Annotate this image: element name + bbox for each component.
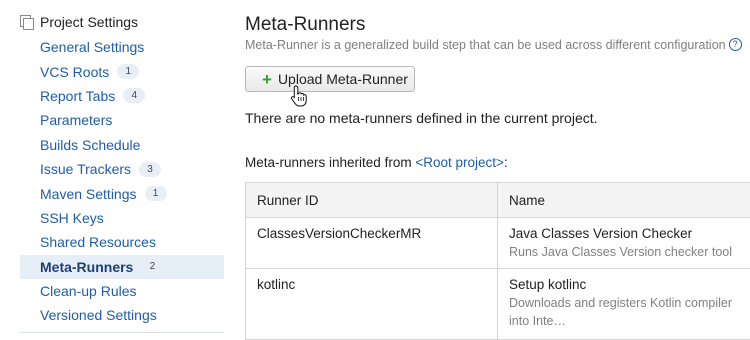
page-title: Meta-Runners [245, 14, 366, 35]
runner-name: Java Classes Version Checker [509, 226, 693, 241]
sidebar-item-ssh-keys[interactable]: SSH Keys [20, 206, 224, 230]
count-badge: 4 [123, 88, 146, 104]
runner-name-cell: Java Classes Version Checker Runs Java C… [498, 218, 750, 268]
count-badge: 1 [144, 186, 167, 202]
inherited-prefix: Meta-runners inherited from [245, 155, 416, 170]
sidebar: Project Settings General Settings VCS Ro… [0, 0, 226, 338]
pages-icon [20, 15, 34, 30]
sidebar-item-clean-up-rules[interactable]: Clean-up Rules [20, 279, 224, 303]
table-header-row: Runner ID Name [246, 183, 750, 218]
sidebar-item-shared-resources[interactable]: Shared Resources [20, 230, 224, 254]
empty-message: There are no meta-runners defined in the… [245, 110, 598, 126]
runner-description: Runs Java Classes Version checker tool [509, 245, 733, 259]
table-row[interactable]: ClassesVersionCheckerMR Java Classes Ver… [246, 218, 750, 269]
column-header-name[interactable]: Name [498, 183, 750, 217]
root-project-link[interactable]: <Root project> [415, 155, 504, 170]
page-subtitle: Meta-Runner is a generalized build step … [245, 38, 742, 52]
count-badge: 1 [117, 64, 140, 80]
sidebar-header: Project Settings [20, 14, 138, 30]
runner-id-cell: ClassesVersionCheckerMR [246, 218, 498, 268]
meta-runners-table: Runner ID Name ClassesVersionCheckerMR J… [245, 182, 750, 340]
sidebar-item-report-tabs[interactable]: Report Tabs 4 [20, 84, 224, 108]
sidebar-item-parameters[interactable]: Parameters [20, 108, 224, 132]
sidebar-item-versioned-settings[interactable]: Versioned Settings [20, 303, 224, 327]
help-icon[interactable]: ? [728, 38, 742, 51]
runner-description: Downloads and registers Kotlin compiler … [509, 296, 733, 328]
sidebar-divider [20, 332, 224, 333]
plus-icon: + [262, 69, 272, 89]
column-header-runner-id[interactable]: Runner ID [246, 183, 498, 217]
table-row[interactable]: kotlinc Setup kotlinc Downloads and regi… [246, 269, 750, 340]
runner-id-cell: kotlinc [246, 269, 498, 339]
runner-name: Setup kotlinc [509, 277, 587, 292]
runner-name-cell: Setup kotlinc Downloads and registers Ko… [498, 269, 750, 339]
sidebar-item-vcs-roots[interactable]: VCS Roots 1 [20, 59, 224, 83]
upload-meta-runner-button[interactable]: + Upload Meta-Runner [245, 66, 415, 92]
sidebar-item-meta-runners[interactable]: Meta-Runners 2 [20, 254, 224, 279]
count-badge: 2 [141, 259, 164, 275]
count-badge: 3 [139, 161, 162, 177]
sidebar-list: General Settings VCS Roots 1 Report Tabs 4… [20, 35, 224, 328]
sidebar-item-issue-trackers[interactable]: Issue Trackers 3 [20, 157, 224, 181]
sidebar-item-general-settings[interactable]: General Settings [20, 35, 224, 59]
sidebar-item-maven-settings[interactable]: Maven Settings 1 [20, 181, 224, 205]
sidebar-item-builds-schedule[interactable]: Builds Schedule [20, 133, 224, 157]
inherited-heading: Meta-runners inherited from <Root projec… [245, 155, 508, 170]
inherited-suffix: : [503, 155, 508, 170]
subtitle-text: Meta-Runner is a generalized build step … [245, 38, 726, 52]
sidebar-header-label: Project Settings [40, 14, 139, 30]
hand-cursor-icon [290, 85, 307, 107]
